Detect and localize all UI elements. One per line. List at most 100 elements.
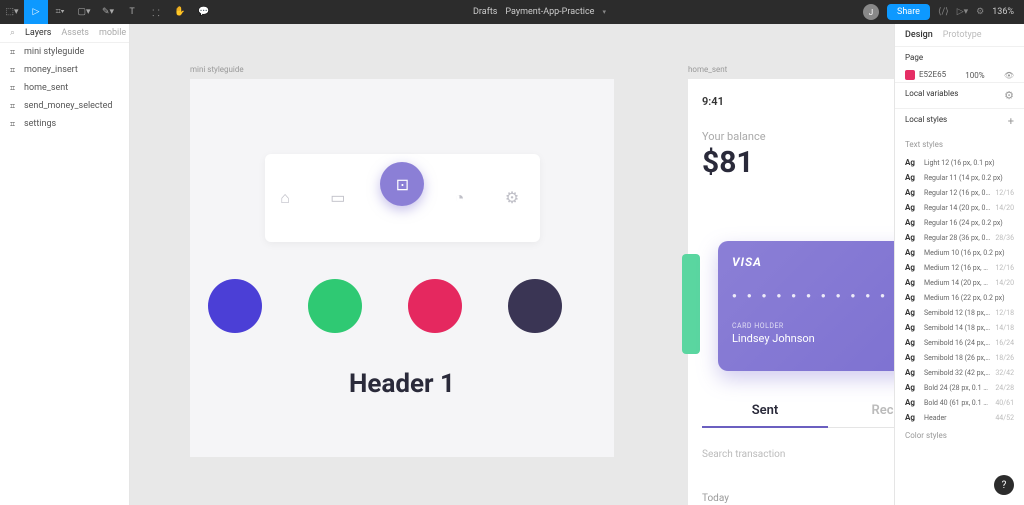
zoom-options-icon[interactable]: ⚙ [976, 7, 984, 17]
text-style-item[interactable]: AgSemibold 12 (18 px, 0.2 px)12/18 [895, 305, 1024, 320]
ag-icon: Ag [905, 188, 919, 197]
text-styles-label: Text styles [895, 134, 1024, 155]
move-tool[interactable]: ▷ [24, 0, 48, 24]
text-style-item[interactable]: AgRegular 28 (36 px, 0.2 px)28/36 [895, 230, 1024, 245]
text-style-item[interactable]: AgSemibold 32 (42 px, 0.1…)32/42 [895, 365, 1024, 380]
artboard-home[interactable]: home_sent 9:41 Your balance $81 VISA ● ●… [688, 79, 894, 505]
style-name: Semibold 12 (18 px, 0.2 px) [924, 309, 990, 317]
style-name: Bold 40 (61 px, 0.1 px) [924, 399, 990, 407]
shape-tool[interactable]: ▢▾ [72, 0, 96, 24]
layers-tab[interactable]: Layers [25, 28, 51, 38]
artboard-label[interactable]: mini styleguide [190, 65, 244, 74]
variables-settings-icon[interactable]: ⚙ [1004, 89, 1014, 102]
color-circle[interactable] [508, 279, 562, 333]
layer-item[interactable]: ⌗home_sent [0, 79, 129, 97]
style-value: 40/61 [995, 399, 1014, 407]
resources-tool[interactable]: ⸬ [144, 0, 168, 24]
layer-name: mini styleguide [24, 47, 84, 57]
share-button[interactable]: Share [887, 4, 930, 20]
style-name: Medium 12 (16 px, 0.2 px) [924, 264, 990, 272]
page-selector[interactable]: mobile [99, 28, 126, 38]
credit-card[interactable]: VISA ● ● ● ● ● ● ● ● ● ● ● ● 8 0 CARD HO… [718, 241, 894, 371]
text-style-item[interactable]: AgLight 12 (16 px, 0.1 px) [895, 155, 1024, 170]
nav-card[interactable]: ⌂ ▭ ⊡ ◔ ⚙ [265, 154, 540, 242]
text-style-item[interactable]: AgRegular 16 (24 px, 0.2 px) [895, 215, 1024, 230]
color-circle[interactable] [208, 279, 262, 333]
text-style-item[interactable]: AgSemibold 16 (24 px, 0.1 px)16/24 [895, 335, 1024, 350]
ag-icon: Ag [905, 233, 919, 242]
color-circle[interactable] [408, 279, 462, 333]
add-style-icon[interactable]: + [1008, 115, 1014, 128]
tab-received[interactable]: Receiv [828, 403, 894, 428]
color-swatch[interactable] [905, 70, 915, 80]
figma-menu[interactable]: ⬚▾ [0, 0, 24, 24]
page-color[interactable]: E52E65 [919, 70, 946, 79]
style-name: Semibold 16 (24 px, 0.1 px) [924, 339, 990, 347]
layer-item[interactable]: ⌗send_money_selected [0, 97, 129, 115]
present-icon[interactable]: ▷▾ [957, 7, 968, 17]
artboard-label[interactable]: home_sent [688, 65, 727, 74]
transaction-tabs: Sent Receiv [702, 403, 894, 428]
text-style-item[interactable]: AgHeader44/52 [895, 410, 1024, 425]
page-opacity[interactable]: 100% [965, 71, 984, 80]
canvas[interactable]: mini styleguide ⌂ ▭ ⊡ ◔ ⚙ Header 1 home_… [130, 24, 894, 505]
text-style-item[interactable]: AgMedium 14 (20 px, 0.2 px)14/20 [895, 275, 1024, 290]
frame-icon: ⌗ [10, 102, 18, 110]
ag-icon: Ag [905, 278, 919, 287]
style-value: 44/52 [995, 414, 1014, 422]
color-circle[interactable] [308, 279, 362, 333]
artboard-styleguide[interactable]: mini styleguide [190, 79, 614, 457]
chevron-down-icon[interactable]: ▾ [602, 8, 606, 16]
text-tool[interactable]: T [120, 0, 144, 24]
text-style-item[interactable]: AgBold 40 (61 px, 0.1 px)40/61 [895, 395, 1024, 410]
ag-icon: Ag [905, 308, 919, 317]
text-style-item[interactable]: AgRegular 12 (16 px, 0.2 px)12/16 [895, 185, 1024, 200]
help-button[interactable]: ? [994, 475, 1014, 495]
style-value: 32/42 [995, 369, 1014, 377]
chart-icon: ◔ [455, 188, 475, 208]
pen-tool[interactable]: ✎▾ [96, 0, 120, 24]
color-swatches [208, 279, 562, 333]
text-style-item[interactable]: AgRegular 11 (14 px, 0.2 px) [895, 170, 1024, 185]
page-section: Page [895, 46, 1024, 68]
user-avatar[interactable]: J [863, 4, 879, 20]
card-number: ● ● ● ● ● ● ● ● ● ● ● ● 8 0 [732, 291, 894, 300]
ag-icon: Ag [905, 158, 919, 167]
frame-tool[interactable]: ⌗▾ [48, 0, 72, 24]
ag-icon: Ag [905, 173, 919, 182]
eye-icon[interactable]: 👁 [1004, 71, 1014, 80]
style-value: 18/26 [995, 354, 1014, 362]
side-action[interactable] [682, 254, 700, 354]
text-style-item[interactable]: AgMedium 10 (16 px, 0.2 px) [895, 245, 1024, 260]
style-name: Semibold 32 (42 px, 0.1…) [924, 369, 990, 377]
tab-sent[interactable]: Sent [702, 403, 828, 428]
layer-item[interactable]: ⌗money_insert [0, 61, 129, 79]
text-style-item[interactable]: AgSemibold 14 (18 px, 0.1 px)14/18 [895, 320, 1024, 335]
drafts-label[interactable]: Drafts [473, 7, 497, 17]
file-name[interactable]: Payment-App-Practice [505, 7, 594, 17]
visa-logo: VISA [732, 255, 894, 269]
text-style-item[interactable]: AgBold 24 (28 px, 0.1 px)24/28 [895, 380, 1024, 395]
text-style-item[interactable]: AgMedium 12 (16 px, 0.2 px)12/16 [895, 260, 1024, 275]
assets-tab[interactable]: Assets [61, 28, 89, 38]
text-style-item[interactable]: AgRegular 14 (20 px, 0.2 px)14/20 [895, 200, 1024, 215]
style-name: Medium 14 (20 px, 0.2 px) [924, 279, 990, 287]
zoom-level[interactable]: 136% [992, 7, 1014, 17]
search-icon[interactable]: ⌕ [10, 28, 15, 38]
text-style-item[interactable]: AgSemibold 18 (26 px, 0.1 px)18/26 [895, 350, 1024, 365]
design-tab[interactable]: Design [905, 30, 933, 40]
hand-tool[interactable]: ✋ [168, 0, 192, 24]
comment-tool[interactable]: 💬 [192, 0, 216, 24]
layer-item[interactable]: ⌗settings [0, 115, 129, 133]
home-icon: ⌂ [280, 188, 300, 208]
style-value: 14/20 [995, 204, 1014, 212]
status-time: 9:41 [688, 79, 894, 108]
layer-item[interactable]: ⌗mini styleguide [0, 43, 129, 61]
style-value: 12/16 [995, 264, 1014, 272]
search-input[interactable]: Search transaction [702, 449, 785, 460]
text-style-item[interactable]: AgMedium 16 (22 px, 0.2 px) [895, 290, 1024, 305]
prototype-tab[interactable]: Prototype [943, 30, 982, 40]
dev-mode-icon[interactable]: ⟨/⟩ [938, 7, 949, 17]
header-text[interactable]: Header 1 [190, 369, 614, 399]
local-variables-label: Local variables [905, 89, 958, 102]
